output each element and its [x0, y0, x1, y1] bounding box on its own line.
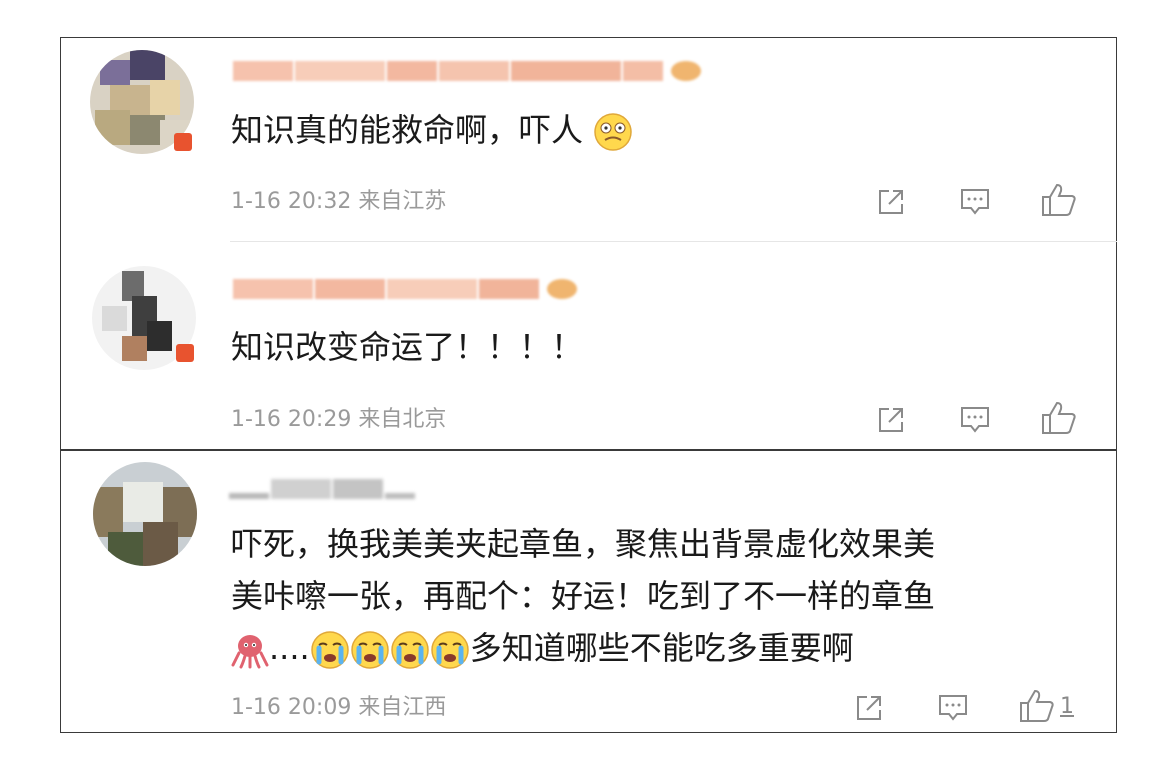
share-icon	[879, 408, 903, 432]
verified-badge	[176, 344, 194, 362]
share-button[interactable]	[853, 692, 885, 724]
like-button[interactable]	[1040, 182, 1082, 218]
comment-icon	[939, 695, 967, 721]
thumbs-up-icon	[1042, 401, 1076, 434]
share-button[interactable]	[875, 186, 907, 218]
emoji-scared-icon	[594, 113, 632, 151]
comment-text-line: .... 多知道哪些不能吃多重要啊	[231, 622, 935, 674]
reply-button[interactable]	[958, 404, 992, 436]
avatar-image	[93, 462, 197, 566]
share-button[interactable]	[875, 404, 907, 436]
comment-text: 知识真的能救命啊，吓人	[231, 105, 633, 155]
like-count: 1	[1060, 693, 1074, 719]
comment-text-line: 美咔嚓一张，再配个：好运！吃到了不一样的章鱼	[231, 577, 936, 615]
comment-text-tail: 多知道哪些不能吃多重要啊	[469, 629, 854, 667]
crown-icon	[547, 279, 577, 299]
comment-divider	[230, 241, 1117, 242]
crown-icon	[671, 61, 701, 81]
octopus-emoji-icon	[231, 635, 269, 669]
nickname-blurred[interactable]	[229, 476, 417, 502]
comment-icon	[961, 407, 989, 433]
reply-button[interactable]	[958, 186, 992, 218]
thumbs-up-icon	[1042, 183, 1076, 216]
comment-text: 知识改变命运了！！！！	[231, 328, 584, 366]
avatar[interactable]	[93, 462, 197, 566]
comment-text: 吓死，换我美美夹起章鱼，聚焦出背景虚化效果美 美咔嚓一张，再配个：好运！吃到了不…	[231, 518, 935, 674]
verified-badge	[174, 133, 192, 151]
comment-meta: 1-16 20:29 来自北京	[231, 407, 447, 432]
comment-panel-top	[60, 37, 1117, 450]
ellipsis-text: ....	[269, 629, 310, 667]
comment-text-line: 吓死，换我美美夹起章鱼，聚焦出背景虚化效果美	[231, 525, 936, 563]
crying-emoji-icon	[350, 631, 389, 669]
like-button[interactable]	[1040, 400, 1082, 436]
nickname-blurred[interactable]	[233, 276, 579, 302]
reply-button[interactable]	[936, 692, 970, 724]
crying-emoji-icon	[390, 631, 429, 669]
nickname-blurred[interactable]	[233, 58, 703, 84]
like-button[interactable]: 1	[1018, 688, 1074, 724]
share-icon	[857, 696, 881, 720]
comment-meta: 1-16 20:09 来自江西	[231, 695, 447, 720]
crying-emoji-icon	[310, 631, 349, 669]
thumbs-up-icon	[1020, 689, 1054, 722]
crying-emoji-icon	[430, 631, 469, 669]
share-icon	[879, 190, 903, 214]
comment-icon	[961, 189, 989, 215]
comment-meta: 1-16 20:32 来自江苏	[231, 189, 447, 214]
